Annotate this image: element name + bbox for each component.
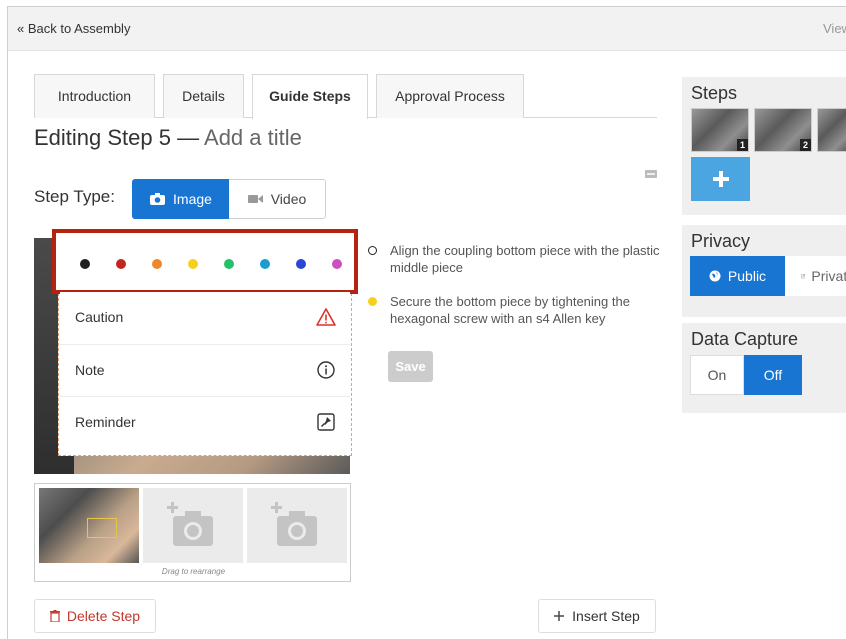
privacy-private-button[interactable]: Private [785,256,846,296]
add-media-slot-2[interactable] [143,488,243,563]
color-dot-orange[interactable] [152,259,162,269]
step-type-label: Step Type: [34,187,115,206]
delete-step-label: Delete Step [66,608,141,624]
drag-hint: Drag to rearrange [161,567,226,576]
tab-guide-steps[interactable]: Guide Steps [252,74,368,119]
color-dot-black[interactable] [80,259,90,269]
collapse-icon[interactable] [645,170,657,178]
data-capture-title: Data Capture [691,329,799,349]
tab-details[interactable]: Details [163,74,244,118]
trash-icon [49,610,60,622]
step-title-prefix: Editing Step 5 — [34,125,200,150]
plus-icon [554,611,565,621]
private-label: Private [811,268,846,284]
step-number: 1 [736,139,748,151]
step-number: 2 [799,139,811,151]
color-dot-blue[interactable] [296,259,306,269]
bullet-dot-1[interactable] [368,246,377,255]
add-photo-icon [271,502,317,546]
media-thumbnails: Drag to rearrange [34,483,351,582]
bullet-text-2[interactable]: Secure the bottom piece by tightening th… [390,293,660,327]
page-frame: « Back to Assembly View Introduction Det… [7,6,846,639]
editor-tabs: Introduction Details Guide Steps Approva… [34,74,657,119]
tab-introduction[interactable]: Introduction [34,74,155,118]
step-type-video-button[interactable]: Video [229,179,326,219]
step-title-placeholder[interactable]: Add a title [204,125,302,150]
color-dot-green[interactable] [224,259,234,269]
insert-step-button[interactable]: Insert Step [538,599,656,633]
media-thumbnail-1[interactable] [39,488,139,563]
color-dot-light-blue[interactable] [260,259,270,269]
bullet-text-1[interactable]: Align the coupling bottom piece with the… [390,242,660,276]
reminder-label: Reminder [75,414,136,430]
image-label: Image [173,191,212,207]
bullet-dot-2[interactable] [368,297,377,306]
caution-label: Caution [75,309,124,325]
step-title[interactable]: Editing Step 5 — Add a title [34,125,302,151]
edit-icon [801,273,806,279]
bullet-option-reminder[interactable]: Reminder [60,396,350,448]
globe-icon [709,270,721,282]
pin-icon [317,413,335,431]
info-icon [317,361,335,379]
video-camera-icon [247,195,263,203]
bullet-option-caution[interactable]: Caution [60,292,350,344]
public-label: Public [727,268,767,284]
step-thumbnail-1[interactable]: 1 [691,108,749,152]
note-label: Note [75,362,105,378]
step-type-image-button[interactable]: Image [132,179,230,219]
color-dot-yellow[interactable] [188,259,198,269]
back-to-assembly-link[interactable]: « Back to Assembly [17,21,130,36]
top-bar: « Back to Assembly View [8,7,846,51]
add-step-button[interactable] [691,157,750,201]
video-label: Video [270,191,307,207]
delete-step-button[interactable]: Delete Step [34,599,156,633]
camera-icon [150,193,166,205]
data-capture-on-button[interactable]: On [690,355,744,395]
steps-title: Steps [691,83,738,103]
view-link[interactable]: View [823,21,846,36]
color-dot-red[interactable] [116,259,126,269]
color-dot-violet[interactable] [332,259,342,269]
bullet-color-picker [52,229,358,294]
tab-approval-process[interactable]: Approval Process [376,74,524,118]
step-thumbnail-3[interactable] [817,108,846,152]
bullet-option-note[interactable]: Note [60,344,350,396]
privacy-title: Privacy [691,231,751,251]
add-photo-icon [167,502,213,546]
insert-step-label: Insert Step [572,608,640,624]
step-thumbnail-2[interactable]: 2 [754,108,812,152]
save-button[interactable]: Save [388,351,433,382]
privacy-public-button[interactable]: Public [690,256,785,296]
add-media-slot-3[interactable] [247,488,347,563]
plus-icon [712,171,729,187]
data-capture-off-button[interactable]: Off [744,355,802,395]
warning-icon [316,308,336,326]
crop-region [87,518,117,538]
